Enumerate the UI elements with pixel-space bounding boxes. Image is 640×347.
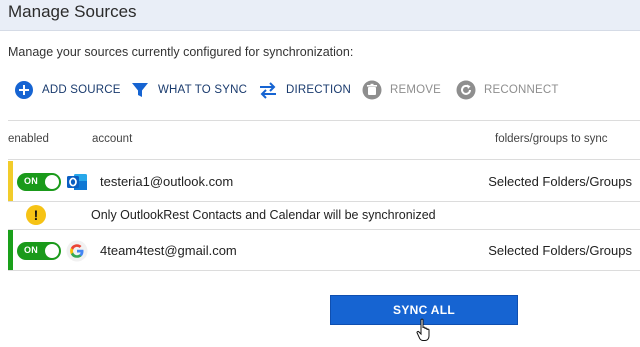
toggle-label: ON	[24, 176, 39, 186]
remove-button[interactable]: REMOVE	[362, 78, 441, 102]
plus-circle-icon	[14, 80, 34, 100]
status-indicator-bar	[8, 230, 13, 270]
what-to-sync-button[interactable]: WHAT TO SYNC	[130, 78, 247, 102]
account-email: 4team4test@gmail.com	[100, 243, 237, 258]
column-header-folders: folders/groups to sync	[495, 133, 608, 145]
toggle-knob	[45, 175, 59, 189]
divider	[8, 120, 640, 121]
folders-groups-value[interactable]: Selected Folders/Groups	[488, 243, 632, 258]
window-titlebar: Manage Sources	[0, 0, 640, 31]
divider	[8, 159, 640, 160]
column-header-enabled: enabled	[8, 133, 49, 145]
remove-label: REMOVE	[390, 84, 442, 96]
add-source-button[interactable]: ADD SOURCE	[14, 78, 121, 102]
account-email: testeria1@outlook.com	[100, 174, 234, 189]
warning-message: ! Only OutlookRest Contacts and Calendar…	[8, 202, 640, 228]
enabled-toggle[interactable]: ON	[17, 173, 61, 191]
toggle-label: ON	[24, 245, 39, 255]
outlook-icon	[66, 171, 88, 193]
add-source-label: ADD SOURCE	[42, 84, 121, 96]
table-row[interactable]: ON testeria1@outlook.com Selected Folder…	[8, 161, 640, 201]
filter-icon	[130, 80, 150, 100]
direction-label: DIRECTION	[286, 84, 352, 96]
refresh-icon	[456, 80, 476, 100]
hand-pointer-icon	[416, 318, 434, 342]
warning-text: Only OutlookRest Contacts and Calendar w…	[91, 208, 436, 222]
swap-arrows-icon	[258, 80, 278, 100]
direction-button[interactable]: DIRECTION	[258, 78, 351, 102]
page-description: Manage your sources currently configured…	[8, 45, 354, 59]
reconnect-button[interactable]: RECONNECT	[456, 78, 559, 102]
toggle-knob	[45, 244, 59, 258]
column-header-account: account	[92, 133, 133, 145]
trash-icon	[362, 80, 382, 100]
divider	[8, 270, 640, 271]
table-row[interactable]: ON 4team4test@gmail.com Selected Folders…	[8, 230, 640, 270]
google-icon	[66, 240, 88, 262]
table-header: enabled account folders/groups to sync	[0, 126, 640, 154]
enabled-toggle[interactable]: ON	[17, 242, 61, 260]
status-indicator-bar	[8, 161, 13, 201]
what-to-sync-label: WHAT TO SYNC	[158, 84, 248, 96]
toolbar: ADD SOURCE WHAT TO SYNC DIRECTION REMOVE…	[0, 78, 640, 104]
warning-icon: !	[26, 205, 46, 225]
reconnect-label: RECONNECT	[484, 84, 559, 96]
folders-groups-value[interactable]: Selected Folders/Groups	[488, 174, 632, 189]
window-title: Manage Sources	[8, 2, 137, 21]
